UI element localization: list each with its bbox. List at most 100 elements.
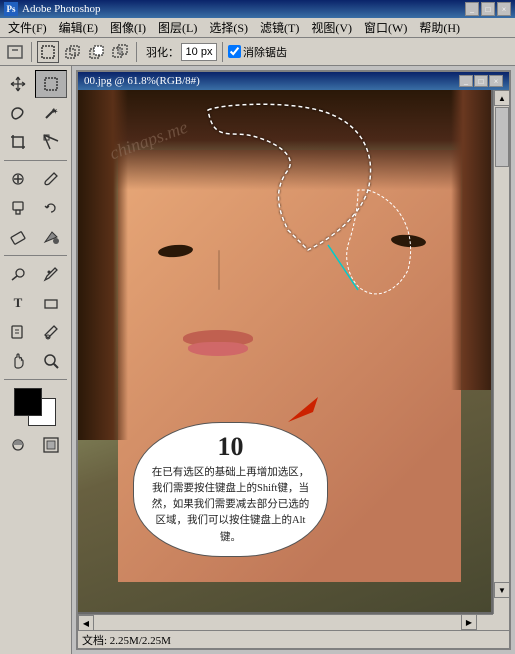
- heal-tool[interactable]: [2, 165, 34, 193]
- screenmode-tool[interactable]: [35, 431, 67, 459]
- canvas[interactable]: chinaps.me: [78, 90, 491, 612]
- close-button[interactable]: ×: [497, 2, 511, 16]
- fill-tool[interactable]: [35, 223, 67, 251]
- marquee-tool[interactable]: [35, 70, 67, 98]
- move-tool[interactable]: [2, 70, 34, 98]
- app-icon: Ps: [4, 2, 18, 16]
- slice-tool[interactable]: [35, 128, 67, 156]
- tool-row-6: [2, 223, 69, 251]
- hand-tool[interactable]: [2, 347, 34, 375]
- hair-top: [78, 90, 491, 190]
- zoom-tool[interactable]: [35, 347, 67, 375]
- text-tool[interactable]: T: [2, 289, 34, 317]
- brush-tool[interactable]: [35, 165, 67, 193]
- add-selection-button[interactable]: [61, 41, 83, 63]
- shape-tool[interactable]: [35, 289, 67, 317]
- tool-row-3: [2, 128, 69, 156]
- scroll-corner: [493, 614, 509, 630]
- color-swatch-area: [2, 388, 69, 426]
- feather-label: 羽化：: [146, 44, 179, 60]
- nose-bridge: [218, 250, 220, 290]
- doc-area: 00.jpg @ 61.8%(RGB/8#) _ □ ×: [72, 66, 515, 654]
- antialias-checkbox[interactable]: [228, 45, 241, 58]
- scroll-right-button[interactable]: ▶: [461, 614, 477, 630]
- scroll-left-button[interactable]: ◀: [78, 615, 94, 630]
- tool-row-7: [2, 260, 69, 288]
- antialias-label[interactable]: 消除锯齿: [228, 44, 287, 60]
- window-controls: _ □ ×: [465, 2, 511, 16]
- doc-close-button[interactable]: ×: [489, 75, 503, 87]
- toolbar-sep-3: [222, 42, 223, 62]
- menu-filter[interactable]: 滤镜(T): [254, 17, 305, 38]
- lips-lower: [188, 342, 248, 356]
- tool-row-4: [2, 165, 69, 193]
- tool-row-9: [2, 318, 69, 346]
- tool-row-8: T: [2, 289, 69, 317]
- tool-divider-3: [4, 379, 67, 380]
- history-brush-tool[interactable]: [35, 194, 67, 222]
- canvas-container: chinaps.me: [78, 90, 509, 630]
- main-area: T: [0, 66, 515, 654]
- extra-tools: [2, 431, 69, 459]
- tool-row-1: [2, 70, 69, 98]
- tool-row-10: [2, 347, 69, 375]
- feather-input[interactable]: [181, 43, 217, 61]
- dodge-tool[interactable]: [2, 260, 34, 288]
- color-swatches[interactable]: [14, 388, 58, 426]
- maximize-button[interactable]: □: [481, 2, 495, 16]
- text-icon: T: [14, 295, 23, 311]
- foreground-color-swatch[interactable]: [14, 388, 42, 416]
- toolbar-sep-1: [31, 42, 32, 62]
- menu-bar: 文件(F) 编辑(E) 图像(I) 图层(L) 选择(S) 滤镜(T) 视图(V…: [0, 18, 515, 38]
- new-selection-button[interactable]: [37, 41, 59, 63]
- tool-preset-button[interactable]: [4, 41, 26, 63]
- stamp-tool[interactable]: [2, 194, 34, 222]
- antialias-text: 消除锯齿: [243, 44, 287, 60]
- callout-text: 在已有选区的基础上再增加选区，我们需要按住键盘上的Shift键，当然，如果我们需…: [148, 465, 313, 546]
- tool-divider-1: [4, 160, 67, 161]
- crop-tool[interactable]: [2, 128, 34, 156]
- title-bar: Ps Adobe Photoshop _ □ ×: [0, 0, 515, 18]
- menu-view[interactable]: 视图(V): [305, 17, 358, 38]
- horizontal-scrollbar[interactable]: ◀ ▶: [78, 614, 493, 630]
- intersect-selection-button[interactable]: [109, 41, 131, 63]
- scroll-up-button[interactable]: ▲: [494, 90, 509, 106]
- menu-window[interactable]: 窗口(W): [358, 17, 413, 38]
- callout-number: 10: [148, 433, 313, 462]
- hair-left: [78, 90, 128, 440]
- eyedropper-tool[interactable]: [35, 318, 67, 346]
- menu-select[interactable]: 选择(S): [203, 17, 254, 38]
- notes-tool[interactable]: [2, 318, 34, 346]
- document-controls: _ □ ×: [459, 75, 503, 87]
- minimize-button[interactable]: _: [465, 2, 479, 16]
- doc-minimize-button[interactable]: _: [459, 75, 473, 87]
- magic-wand-tool[interactable]: [35, 99, 67, 127]
- menu-file[interactable]: 文件(F): [2, 17, 53, 38]
- subtract-selection-button[interactable]: [85, 41, 107, 63]
- document-window: 00.jpg @ 61.8%(RGB/8#) _ □ ×: [76, 70, 511, 650]
- callout-container: 10 在已有选区的基础上再增加选区，我们需要按住键盘上的Shift键，当然，如果…: [133, 422, 328, 557]
- tool-row-5: [2, 194, 69, 222]
- scroll-thumb-v[interactable]: [495, 107, 509, 167]
- vertical-scrollbar[interactable]: ▲ ▼: [493, 90, 509, 614]
- quickmask-tool[interactable]: [2, 431, 34, 459]
- scroll-down-button[interactable]: ▼: [494, 582, 509, 598]
- options-toolbar: 羽化： 消除锯齿: [0, 38, 515, 66]
- scroll-track-v: [494, 107, 509, 167]
- tool-divider-2: [4, 255, 67, 256]
- menu-layer[interactable]: 图层(L): [152, 17, 203, 38]
- status-bar: 文档: 2.25M/2.25M: [78, 630, 509, 648]
- doc-maximize-button[interactable]: □: [474, 75, 488, 87]
- tool-row-extra: [2, 431, 69, 459]
- eraser-tool[interactable]: [2, 223, 34, 251]
- menu-edit[interactable]: 编辑(E): [53, 17, 104, 38]
- callout-bubble: 10 在已有选区的基础上再增加选区，我们需要按住键盘上的Shift键，当然，如果…: [133, 422, 328, 557]
- hair-right: [451, 90, 491, 390]
- document-title: 00.jpg @ 61.8%(RGB/8#): [84, 75, 459, 87]
- status-text: 文档: 2.25M/2.25M: [82, 632, 171, 648]
- document-title-bar: 00.jpg @ 61.8%(RGB/8#) _ □ ×: [78, 72, 509, 90]
- lasso-tool[interactable]: [2, 99, 34, 127]
- menu-help[interactable]: 帮助(H): [413, 17, 466, 38]
- pen-tool[interactable]: [35, 260, 67, 288]
- menu-image[interactable]: 图像(I): [104, 17, 152, 38]
